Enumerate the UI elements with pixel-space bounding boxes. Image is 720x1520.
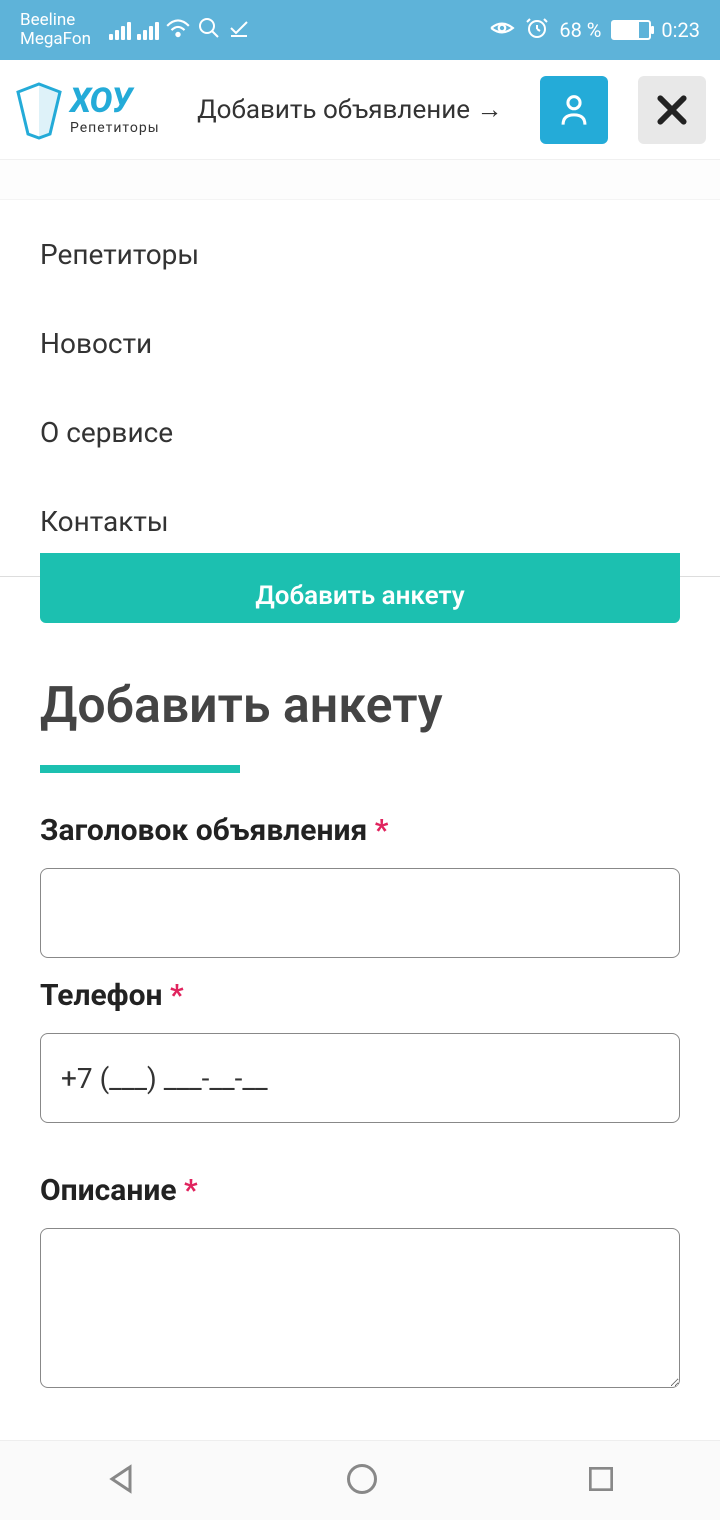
add-profile-banner[interactable]: Добавить анкету <box>40 553 680 623</box>
app-header: ХОУ Репетиторы Добавить объявление → <box>0 60 720 160</box>
alarm-icon <box>525 16 549 45</box>
android-back-button[interactable] <box>103 1461 139 1501</box>
logo-subtitle: Репетиторы <box>70 120 160 136</box>
carrier-1: Beeline <box>20 11 91 30</box>
check-status-icon <box>227 16 251 45</box>
carrier-labels: Beeline MegaFon <box>20 11 91 48</box>
android-recent-button[interactable] <box>585 1463 617 1499</box>
required-star: * <box>375 813 389 848</box>
user-button[interactable] <box>540 76 608 144</box>
status-right: 68 % 0:23 <box>489 16 700 45</box>
title-underline <box>40 765 240 773</box>
carrier-2: MegaFon <box>20 30 91 49</box>
add-profile-banner-label: Добавить анкету <box>255 581 464 611</box>
eye-icon <box>489 18 515 43</box>
status-left: Beeline MegaFon <box>20 11 251 48</box>
required-star: * <box>170 978 184 1013</box>
search-status-icon <box>197 16 221 45</box>
content: Добавить анкету Заголовок объявления * Т… <box>0 677 720 1392</box>
user-icon <box>559 93 589 127</box>
field-title: Заголовок объявления * <box>40 813 680 958</box>
phone-input[interactable] <box>40 1033 680 1123</box>
title-input[interactable] <box>40 868 680 958</box>
page-title: Добавить анкету <box>40 677 680 735</box>
description-label: Описание * <box>40 1173 680 1208</box>
wifi-icon <box>165 17 191 44</box>
status-icons-left <box>109 16 251 45</box>
signal-icon-2 <box>137 20 159 40</box>
battery-percent: 68 % <box>559 18 601 42</box>
nav-item-tutors[interactable]: Репетиторы <box>0 210 720 299</box>
title-label: Заголовок объявления * <box>40 813 680 848</box>
nav-menu: Репетиторы Новости О сервисе Контакты <box>0 200 720 577</box>
triangle-back-icon <box>103 1461 139 1497</box>
status-time: 0:23 <box>661 18 700 42</box>
close-menu-button[interactable] <box>638 76 706 144</box>
signal-icon-1 <box>109 20 131 40</box>
close-icon <box>652 90 692 130</box>
field-phone: Телефон * <box>40 978 680 1123</box>
logo-brand: ХОУ <box>70 84 160 118</box>
android-home-button[interactable] <box>344 1461 380 1501</box>
nav-item-about[interactable]: О сервисе <box>0 388 720 477</box>
battery-icon <box>611 20 651 40</box>
circle-home-icon <box>344 1461 380 1497</box>
logo-icon <box>14 80 64 140</box>
logo[interactable]: ХОУ Репетиторы <box>14 80 160 140</box>
nav-item-news[interactable]: Новости <box>0 299 720 388</box>
status-bar: Beeline MegaFon 68 % 0:23 <box>0 0 720 60</box>
square-recent-icon <box>585 1463 617 1495</box>
android-nav-bar <box>0 1440 720 1520</box>
decorative-pattern <box>0 160 720 200</box>
phone-label: Телефон * <box>40 978 680 1013</box>
field-description: Описание * <box>40 1173 680 1392</box>
description-input[interactable] <box>40 1228 680 1388</box>
required-star: * <box>184 1173 198 1208</box>
add-listing-link[interactable]: Добавить объявление → <box>180 94 520 125</box>
